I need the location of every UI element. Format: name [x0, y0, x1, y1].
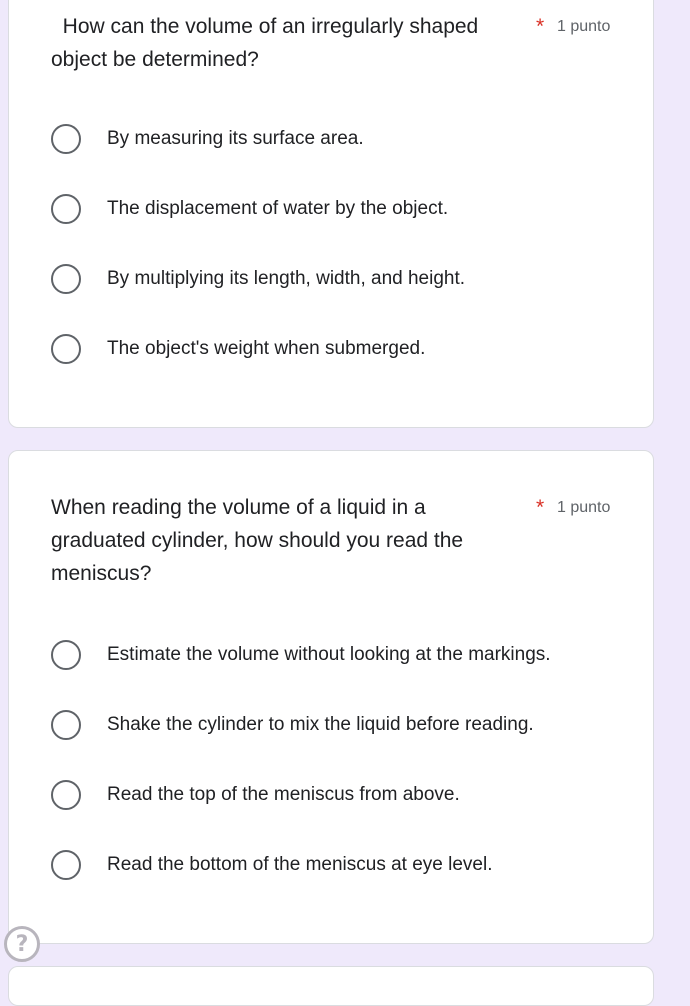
radio-button[interactable]: [51, 334, 81, 364]
question-header: When reading the volume of a liquid in a…: [51, 491, 611, 590]
question-header: How can the volume of an irregularly sha…: [51, 10, 611, 76]
required-asterisk: *: [536, 15, 545, 38]
help-icon[interactable]: ?: [4, 926, 40, 962]
question-title: How can the volume of an irregularly sha…: [51, 15, 479, 71]
question-title: When reading the volume of a liquid in a…: [51, 496, 464, 585]
radio-button[interactable]: [51, 264, 81, 294]
question-card-2: When reading the volume of a liquid in a…: [8, 450, 654, 944]
required-asterisk: *: [536, 496, 545, 519]
option-label: The displacement of water by the object.: [107, 198, 449, 219]
radio-button[interactable]: [51, 850, 81, 880]
option-label: By multiplying its length, width, and he…: [107, 268, 466, 289]
radio-button[interactable]: [51, 780, 81, 810]
radio-button[interactable]: [51, 640, 81, 670]
radio-button[interactable]: [51, 124, 81, 154]
option-label: The object's weight when submerged.: [107, 338, 426, 359]
option-label: Read the bottom of the meniscus at eye l…: [107, 854, 493, 875]
radio-option[interactable]: The object's weight when submerged.: [51, 329, 631, 369]
question-points: 1 punto: [557, 18, 611, 35]
radio-option[interactable]: The displacement of water by the object.: [51, 189, 631, 229]
radio-button[interactable]: [51, 194, 81, 224]
radio-option[interactable]: Read the top of the meniscus from above.: [51, 775, 631, 815]
option-label: Estimate the volume without looking at t…: [107, 644, 551, 665]
question-card-1: How can the volume of an irregularly sha…: [8, 0, 654, 428]
radio-button[interactable]: [51, 710, 81, 740]
radio-option[interactable]: Shake the cylinder to mix the liquid bef…: [51, 705, 631, 745]
option-label: By measuring its surface area.: [107, 128, 364, 149]
radio-option[interactable]: Estimate the volume without looking at t…: [51, 635, 631, 675]
radio-option[interactable]: Read the bottom of the meniscus at eye l…: [51, 845, 631, 885]
question-card-3: [8, 966, 654, 1006]
option-label: Read the top of the meniscus from above.: [107, 784, 460, 805]
radio-option[interactable]: By measuring its surface area.: [51, 119, 631, 159]
question-points: 1 punto: [557, 499, 611, 516]
option-label: Shake the cylinder to mix the liquid bef…: [107, 714, 534, 735]
radio-option[interactable]: By multiplying its length, width, and he…: [51, 259, 631, 299]
